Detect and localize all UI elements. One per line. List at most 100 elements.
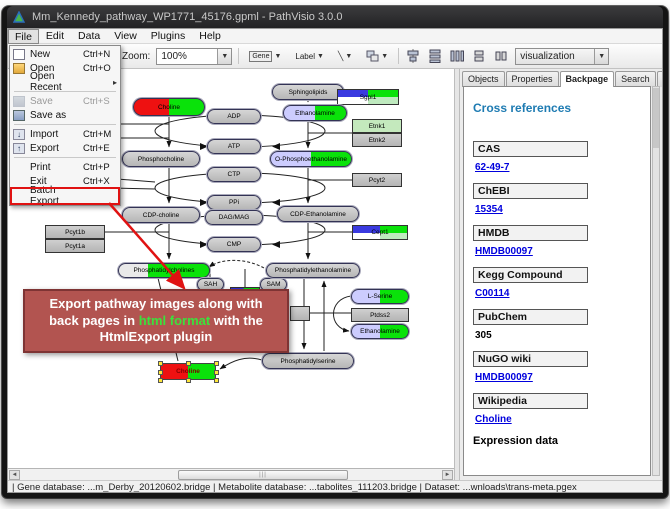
node-cmp[interactable]: CMP — [207, 237, 261, 252]
node-cdp-choline[interactable]: CDP-choline — [122, 207, 200, 223]
file-menu-item-export[interactable]: ↑ExportCtrl+E — [11, 141, 119, 155]
node-o-phosphoethanolamine[interactable]: O-Phosphoethanolamine — [270, 151, 352, 167]
tab-backpage[interactable]: Backpage — [560, 71, 615, 87]
zoom-combobox[interactable]: 100% ▼ — [156, 48, 232, 65]
visualization-combobox[interactable]: visualization ▼ — [515, 48, 609, 65]
tab-legend[interactable]: Legend — [657, 71, 663, 87]
database-name: Kegg Compound — [473, 267, 588, 283]
xref-link[interactable]: Choline — [475, 414, 641, 425]
menu-file[interactable]: File — [8, 29, 39, 44]
add-gene-button[interactable]: Gene ▼ — [245, 47, 285, 65]
node-choline-top[interactable]: Choline — [133, 98, 205, 116]
xref-link[interactable]: C00114 — [475, 288, 641, 299]
panel-scrollbar[interactable] — [652, 86, 660, 476]
blank-icon — [13, 191, 25, 202]
node-adp[interactable]: ADP — [207, 109, 261, 124]
menu-plugins[interactable]: Plugins — [144, 29, 192, 44]
align-center-button[interactable] — [405, 48, 421, 64]
tab-properties[interactable]: Properties — [506, 71, 559, 87]
selection-handle[interactable] — [158, 361, 163, 366]
node-ptdss2[interactable]: Ptdss2 — [351, 308, 409, 322]
tab-search[interactable]: Search — [615, 71, 656, 87]
node-etnk1[interactable]: Etnk1 — [352, 119, 402, 133]
tab-objects[interactable]: Objects — [462, 71, 505, 87]
shape-tool-button[interactable]: ▼ — [362, 47, 392, 65]
menu-shortcut: Ctrl+O — [83, 63, 117, 74]
expression-data-heading: Expression data — [473, 435, 641, 447]
scroll-right-icon[interactable]: ► — [442, 470, 453, 480]
xref-link[interactable]: HMDB00097 — [475, 372, 641, 383]
file-menu-item-print[interactable]: PrintCtrl+P — [11, 160, 119, 174]
file-menu-item-new[interactable]: NewCtrl+N — [11, 47, 119, 61]
node-ethanolamine-low[interactable]: Ethanolamine — [351, 324, 409, 339]
node-sphingolipids[interactable]: Sphingolipids — [272, 84, 344, 100]
titlebar[interactable]: Mm_Kennedy_pathway_WP1771_45176.gpml - P… — [7, 6, 663, 28]
chevron-down-icon[interactable]: ▼ — [594, 49, 608, 64]
node-ppi[interactable]: PPi — [207, 195, 261, 210]
node-phosphatidylethanolamine[interactable]: Phosphatidylethanolamine — [266, 263, 360, 278]
menu-view[interactable]: View — [107, 29, 144, 44]
export-arrow-icon: ↑ — [13, 143, 25, 154]
backpage-section-cas: CAS 62-49-7 — [473, 141, 641, 173]
node-cept1[interactable]: Cept1 — [352, 225, 408, 240]
node-l-serine[interactable]: L-Serine — [351, 289, 409, 304]
distribute-vertical-button[interactable] — [427, 48, 443, 64]
new-page-icon — [13, 49, 25, 60]
node-phosphatidylserine[interactable]: Phosphatidylserine — [262, 353, 354, 369]
node-atp[interactable]: ATP — [207, 139, 261, 154]
backpage-section-nugo-wiki: NuGO wiki HMDB00097 — [473, 351, 641, 383]
distribute-horizontal-button[interactable] — [449, 48, 465, 64]
database-name: Wikipedia — [473, 393, 588, 409]
chevron-down-icon[interactable]: ▼ — [217, 49, 231, 64]
add-label-button[interactable]: Label ▼ — [291, 47, 328, 65]
file-menu-item-save[interactable]: SaveCtrl+S — [11, 94, 119, 108]
file-menu-item-save-as[interactable]: Save as — [11, 108, 119, 122]
submenu-arrow-icon: ▸ — [113, 78, 117, 87]
node-phosphocholine[interactable]: Phosphocholine — [122, 151, 200, 167]
node-pcyt2[interactable]: Pcyt2 — [352, 173, 402, 187]
xref-link[interactable]: 62-49-7 — [475, 162, 641, 173]
file-menu-item-open-recent[interactable]: Open Recent▸ — [11, 75, 119, 89]
node-phosphatidylcholines[interactable]: Phosphatidylcholines — [118, 263, 210, 278]
chevron-down-icon: ▼ — [274, 53, 281, 60]
node-dag-mag[interactable]: DAG/MAG — [205, 210, 263, 225]
zoom-label: Zoom: — [122, 51, 150, 62]
selection-handle[interactable] — [214, 361, 219, 366]
horizontal-scrollbar[interactable]: ◄ ||| ► — [8, 468, 454, 480]
database-name: NuGO wiki — [473, 351, 588, 367]
node-ctp[interactable]: CTP — [207, 167, 261, 182]
node-ethanolamine-top[interactable]: Ethanolamine — [283, 105, 347, 121]
line-tool-button[interactable]: ╲ ▼ — [334, 47, 356, 65]
menu-item-label: New — [30, 49, 83, 60]
stack-vertical-button[interactable] — [471, 48, 487, 64]
node-ptdss1[interactable] — [290, 306, 310, 321]
menu-help[interactable]: Help — [192, 29, 228, 44]
selection-handle[interactable] — [214, 378, 219, 383]
xref-link[interactable]: HMDB00097 — [475, 246, 641, 257]
node-sgpl1[interactable]: Sgpl1 — [337, 89, 399, 105]
node-pcyt1a[interactable]: Pcyt1a — [45, 239, 105, 253]
node-etnk2[interactable]: Etnk2 — [352, 133, 402, 147]
selection-handle[interactable] — [158, 378, 163, 383]
xref-link[interactable]: 15354 — [475, 204, 641, 215]
node-label: Etnk1 — [369, 123, 386, 130]
node-choline-selected[interactable]: Choline — [160, 363, 216, 380]
selection-handle[interactable] — [186, 361, 191, 366]
scrollbar-thumb[interactable] — [653, 88, 659, 148]
node-cdp-ethanolamine[interactable]: CDP-Ethanolamine — [277, 206, 359, 222]
chevron-down-icon: ▼ — [317, 53, 324, 60]
file-menu-item-batch-export[interactable]: Batch Export — [11, 188, 119, 204]
selection-handle[interactable] — [186, 378, 191, 383]
file-menu-item-import[interactable]: ↓ImportCtrl+M — [11, 127, 119, 141]
node-label: L-Serine — [368, 293, 393, 300]
node-pcyt1b[interactable]: Pcyt1b — [45, 225, 105, 239]
database-name: CAS — [473, 141, 588, 157]
selection-handle[interactable] — [158, 370, 163, 375]
stack-horizontal-button[interactable] — [493, 48, 509, 64]
menu-data[interactable]: Data — [71, 29, 107, 44]
side-panel: ObjectsPropertiesBackpageSearchLegend Cr… — [460, 69, 662, 480]
selection-handle[interactable] — [214, 370, 219, 375]
menu-edit[interactable]: Edit — [39, 29, 71, 44]
scrollbar-thumb[interactable]: ||| — [178, 470, 348, 480]
scroll-left-icon[interactable]: ◄ — [9, 470, 20, 480]
